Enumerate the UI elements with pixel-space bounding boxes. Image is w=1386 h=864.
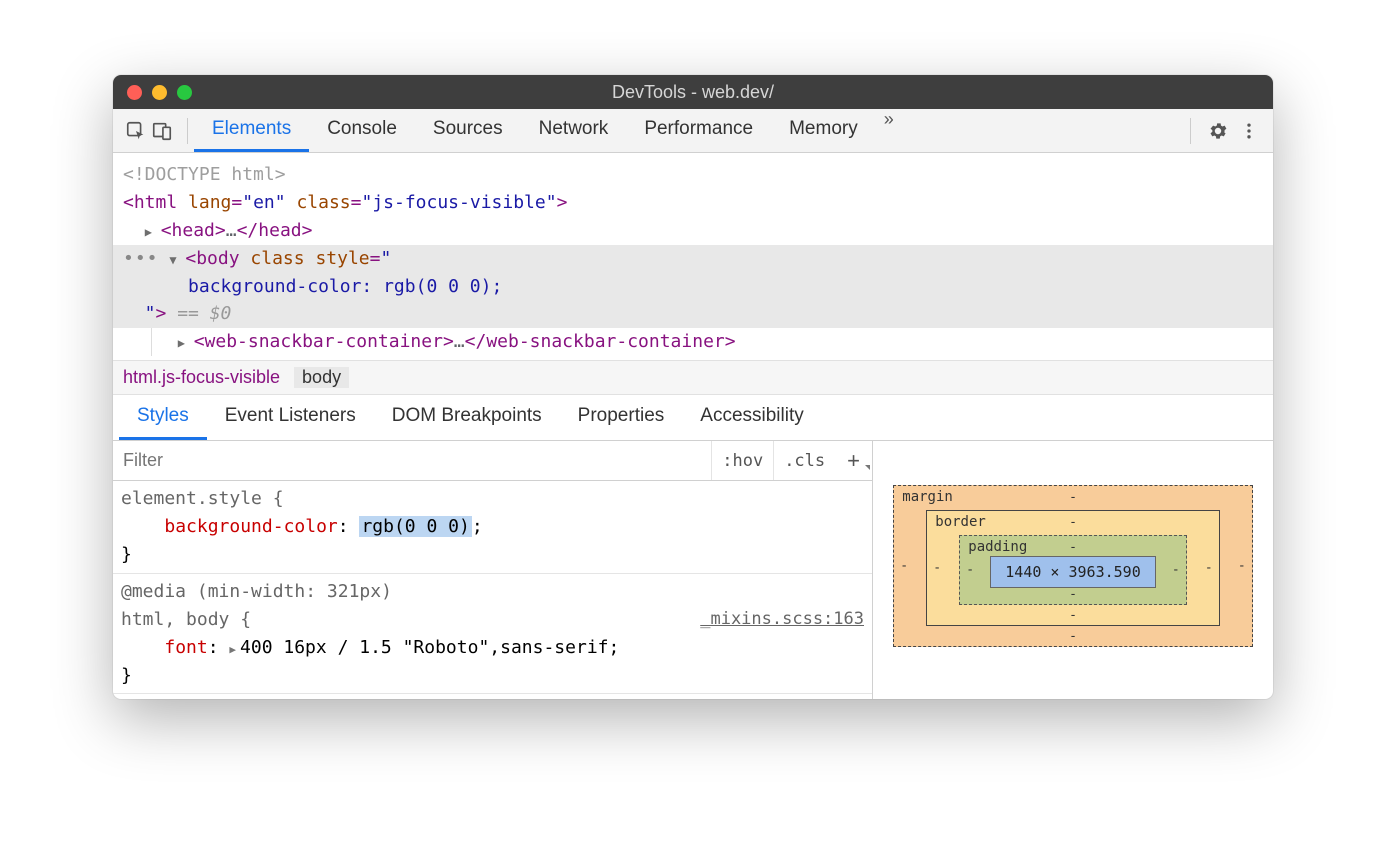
- highlighted-value[interactable]: rgb(0 0 0): [359, 516, 471, 537]
- collapse-icon[interactable]: [169, 245, 185, 273]
- settings-icon[interactable]: [1207, 120, 1229, 142]
- styles-panel: :hov .cls + element.style { background-c…: [113, 441, 1273, 699]
- source-link[interactable]: _mixins.scss:163: [700, 606, 864, 632]
- child-node[interactable]: <web-snackbar-container>…</web-snackbar-…: [151, 328, 1263, 356]
- more-tabs-icon[interactable]: »: [876, 109, 902, 152]
- close-icon[interactable]: [127, 85, 142, 100]
- cls-toggle[interactable]: .cls: [773, 441, 835, 480]
- breadcrumb: html.js-focus-visible body: [113, 360, 1273, 395]
- panel-tabs: Elements Console Sources Network Perform…: [194, 109, 1178, 152]
- expand-icon[interactable]: [178, 328, 194, 356]
- new-style-rule-icon[interactable]: +: [835, 448, 872, 474]
- hov-toggle[interactable]: :hov: [711, 441, 773, 480]
- doctype-node[interactable]: <!DOCTYPE html>: [123, 161, 1263, 189]
- box-model[interactable]: margin - - - - border - - - - padding -: [873, 441, 1273, 699]
- selected-body-node[interactable]: ••• <body class style=" background-color…: [113, 245, 1273, 329]
- subtab-styles[interactable]: Styles: [119, 395, 207, 440]
- margin-label: margin: [902, 489, 953, 505]
- subtab-accessibility[interactable]: Accessibility: [682, 395, 821, 440]
- tab-elements[interactable]: Elements: [194, 109, 309, 152]
- content-dimensions[interactable]: 1440 × 3963.590: [990, 556, 1155, 588]
- divider: [1190, 118, 1191, 144]
- head-node[interactable]: <head>…</head>: [123, 217, 1263, 245]
- expand-shorthand-icon[interactable]: [229, 637, 240, 658]
- minimize-icon[interactable]: [152, 85, 167, 100]
- tab-network[interactable]: Network: [521, 109, 627, 152]
- dom-tree[interactable]: <!DOCTYPE html> <html lang="en" class="j…: [113, 153, 1273, 360]
- styles-filter-row: :hov .cls +: [113, 441, 872, 481]
- kebab-menu-icon[interactable]: [1239, 120, 1259, 142]
- devtools-window: DevTools - web.dev/ Elements Console Sou…: [113, 75, 1273, 699]
- tab-sources[interactable]: Sources: [415, 109, 521, 152]
- filter-input[interactable]: [113, 450, 711, 471]
- inspect-icon[interactable]: [125, 120, 147, 142]
- window-controls: [127, 85, 192, 100]
- main-toolbar: Elements Console Sources Network Perform…: [113, 109, 1273, 153]
- divider: [187, 118, 188, 144]
- tab-memory[interactable]: Memory: [771, 109, 876, 152]
- style-rule-element[interactable]: element.style { background-color: rgb(0 …: [113, 481, 872, 574]
- tab-console[interactable]: Console: [309, 109, 415, 152]
- device-toggle-icon[interactable]: [151, 120, 173, 142]
- breadcrumb-item[interactable]: html.js-focus-visible: [123, 367, 280, 388]
- breadcrumb-item-active[interactable]: body: [294, 367, 349, 388]
- border-label: border: [935, 514, 986, 530]
- console-ref: == $0: [177, 303, 231, 324]
- sidebar-tabs: Styles Event Listeners DOM Breakpoints P…: [113, 395, 1273, 441]
- subtab-event-listeners[interactable]: Event Listeners: [207, 395, 374, 440]
- maximize-icon[interactable]: [177, 85, 192, 100]
- overflow-dots: •••: [123, 248, 159, 269]
- tab-performance[interactable]: Performance: [626, 109, 771, 152]
- subtab-properties[interactable]: Properties: [560, 395, 683, 440]
- expand-icon[interactable]: [145, 217, 161, 245]
- style-rule-media[interactable]: @media (min-width: 321px) html, body {_m…: [113, 574, 872, 695]
- titlebar: DevTools - web.dev/: [113, 75, 1273, 109]
- padding-label: padding: [968, 539, 1027, 555]
- window-title: DevTools - web.dev/: [612, 82, 774, 103]
- subtab-dom-breakpoints[interactable]: DOM Breakpoints: [374, 395, 560, 440]
- html-node[interactable]: <html lang="en" class="js-focus-visible"…: [123, 189, 1263, 217]
